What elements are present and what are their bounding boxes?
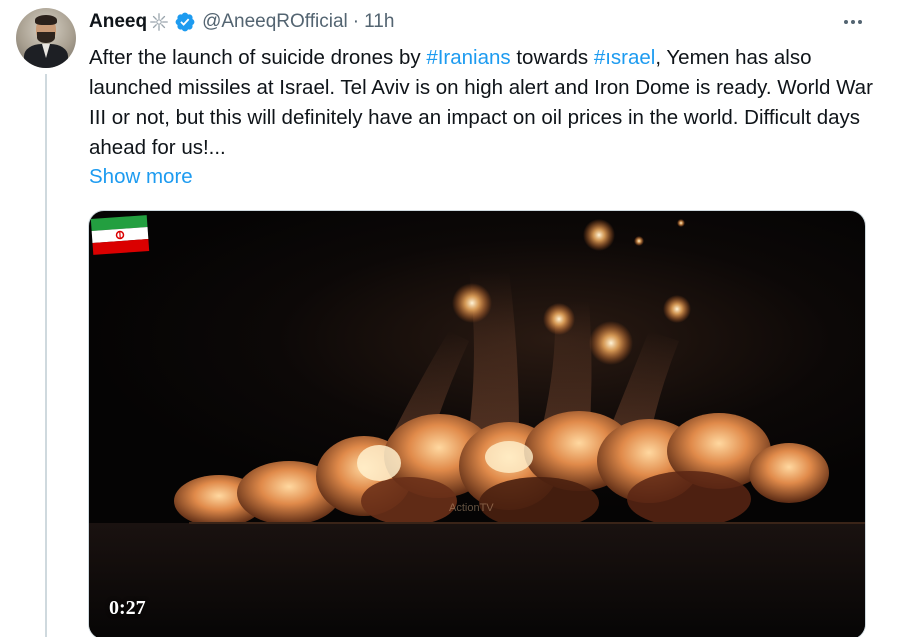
more-dot — [858, 20, 862, 24]
video-watermark: ActionTV — [449, 502, 494, 514]
thread-line — [45, 74, 47, 637]
avatar[interactable] — [16, 8, 76, 68]
avatar-beard — [37, 32, 55, 43]
video-frame: ActionTV — [89, 219, 865, 637]
verified-badge-icon[interactable] — [174, 11, 196, 33]
more-dot — [851, 20, 855, 24]
tweet-timestamp[interactable]: 11h — [364, 11, 394, 33]
author-handle[interactable]: @AneeqROfficial — [202, 11, 348, 33]
more-dot — [844, 20, 848, 24]
hashtag-israel[interactable]: #ısrael — [594, 46, 656, 69]
explosion-clouds — [174, 411, 829, 529]
tweet-text-part: towards — [510, 46, 594, 69]
hashtag-iranians[interactable]: #Iranians — [426, 46, 510, 69]
ground — [89, 523, 865, 637]
video-player[interactable]: ActionTV 0:27 — [88, 210, 866, 637]
author-name[interactable]: Aneeq — [89, 11, 147, 33]
tweet-text: After the launch of suicide drones by #I… — [89, 43, 879, 163]
show-more-link[interactable]: Show more — [89, 162, 193, 192]
sparkle-emoji-icon — [150, 13, 168, 31]
video-duration: 0:27 — [109, 597, 146, 619]
iran-flag-icon — [90, 215, 150, 255]
tweet-header: Aneeq @AneeqROfficial · 11h — [89, 9, 394, 35]
avatar-hair — [35, 15, 57, 25]
tweet-text-part: After the launch of suicide drones by — [89, 46, 427, 69]
more-options-icon[interactable] — [838, 12, 868, 32]
separator-dot: · — [352, 11, 360, 32]
